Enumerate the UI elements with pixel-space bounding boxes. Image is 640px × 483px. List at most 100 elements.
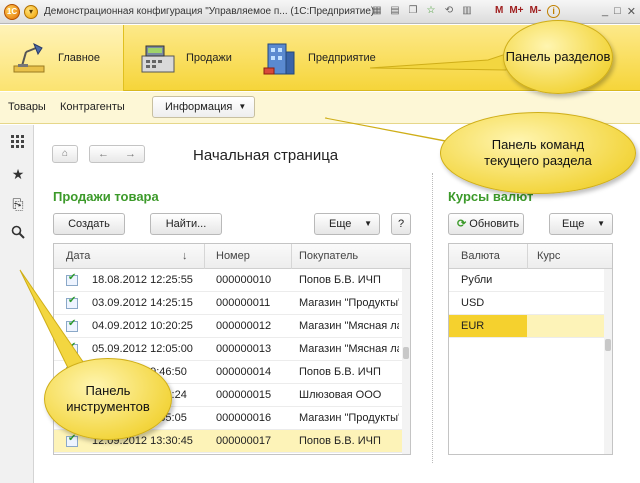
- find-button[interactable]: Найти...: [150, 213, 222, 235]
- chevron-down-icon: ▼: [364, 219, 372, 228]
- cell-buyer: Магазин "Мясная ла: [299, 343, 399, 355]
- cell-number: 000000013: [216, 343, 272, 355]
- calculator-icon[interactable]: ▥: [460, 4, 474, 18]
- print-icon[interactable]: ▦: [370, 4, 384, 18]
- posted-document-icon: [66, 272, 78, 286]
- table-row[interactable]: Рубли: [449, 269, 612, 292]
- sort-arrow-icon[interactable]: ↓: [182, 250, 188, 262]
- column-date[interactable]: Дата: [66, 250, 90, 262]
- cell-buyer: Магазин "Продукты": [299, 297, 399, 309]
- title-toolbar: ▦ ▤ ❐ ☆ ⟲ ▥: [370, 4, 474, 18]
- scroll-thumb[interactable]: [605, 339, 611, 351]
- column-number[interactable]: Номер: [216, 250, 250, 262]
- cell-date: 18.08.2012 12:25:55: [92, 274, 193, 286]
- table-row[interactable]: 18.08.2012 12:25:55 000000010 Попов Б.В. И…: [54, 269, 410, 292]
- section-sales-label: Продажи: [186, 52, 232, 64]
- forward-arrow-icon[interactable]: →: [125, 146, 136, 162]
- cash-register-icon: [138, 38, 178, 78]
- memory-button[interactable]: M: [495, 5, 503, 18]
- search-icon[interactable]: [9, 225, 27, 243]
- home-icon: ⌂: [61, 148, 69, 159]
- tools-panel: ★ ⎘: [0, 125, 34, 483]
- cell-currency: Рубли: [461, 274, 493, 286]
- section-main[interactable]: Главное: [0, 25, 124, 91]
- rates-table-header: Валюта Курс: [449, 244, 612, 269]
- history-icon[interactable]: ⟲: [442, 4, 456, 18]
- main-menu-icon[interactable]: ▾: [24, 5, 38, 19]
- info-dropdown-label: Информация: [165, 101, 233, 113]
- desk-lamp-icon: [10, 38, 50, 78]
- close-icon[interactable]: ✕: [627, 5, 636, 18]
- cell-currency: EUR: [461, 320, 485, 332]
- favorite-star-icon[interactable]: ☆: [424, 4, 438, 18]
- section-enterprise[interactable]: Предприятие: [250, 25, 390, 91]
- cell-buyer: Попов Б.В. ИЧП: [299, 366, 381, 378]
- cell-buyer: Попов Б.В. ИЧП: [299, 274, 381, 286]
- sales-table-header: Дата ↓ Номер Покупатель: [54, 244, 410, 269]
- cell-buyer: Попов Б.В. ИЧП: [299, 435, 381, 447]
- cell-number: 000000017: [216, 435, 272, 447]
- cell-buyer: Магазин "Мясная ла: [299, 320, 399, 332]
- history-docs-icon[interactable]: ⎘: [9, 195, 27, 213]
- sales-more-button[interactable]: Еще ▼: [314, 213, 380, 235]
- rates-more-button[interactable]: Еще ▼: [549, 213, 613, 235]
- info-dropdown[interactable]: Информация ▼: [152, 96, 256, 118]
- posted-document-icon: [66, 341, 78, 355]
- window-title: Демонстрационная конфигурация "Управляем…: [44, 6, 375, 17]
- column-divider: [204, 244, 205, 269]
- copy-icon[interactable]: ❐: [406, 4, 420, 18]
- column-rate[interactable]: Курс: [537, 250, 560, 262]
- table-row[interactable]: 03.09.2012 14:25:15 000000011 Магазин "Про…: [54, 292, 410, 315]
- memory-plus-button[interactable]: M+: [509, 5, 523, 18]
- sales-more-label: Еще: [329, 218, 352, 230]
- cell-buyer: Магазин "Продукты": [299, 412, 399, 424]
- rates-scrollbar[interactable]: [604, 269, 612, 454]
- create-button[interactable]: Создать: [53, 213, 125, 235]
- app-logo-icon[interactable]: 1С: [4, 4, 20, 20]
- grid-menu-icon[interactable]: [9, 135, 27, 153]
- info-icon[interactable]: i: [547, 5, 561, 18]
- help-button[interactable]: ?: [391, 213, 411, 235]
- home-button[interactable]: ⌂: [52, 145, 78, 163]
- cell-number: 000000012: [216, 320, 272, 332]
- section-enterprise-label: Предприятие: [308, 52, 376, 64]
- cell-number: 000000014: [216, 366, 272, 378]
- commands-callout: Панель команд текущего раздела: [440, 112, 636, 194]
- cell-number: 000000010: [216, 274, 272, 286]
- sections-callout: Панель разделов: [503, 20, 613, 94]
- column-divider: [291, 244, 292, 269]
- chevron-down-icon: ▼: [597, 219, 605, 228]
- window-controls: _ □ ✕: [602, 5, 636, 18]
- back-arrow-icon[interactable]: ←: [98, 146, 109, 162]
- sales-group-title: Продажи товара: [53, 189, 159, 204]
- cell-buyer: Шлюзовая ООО: [299, 389, 382, 401]
- cell-number: 000000016: [216, 412, 272, 424]
- table-row[interactable]: USD: [449, 292, 612, 315]
- building-icon: [260, 38, 300, 78]
- refresh-button[interactable]: ⟳ Обновить: [448, 213, 524, 235]
- scroll-thumb[interactable]: [403, 347, 409, 359]
- sales-scrollbar[interactable]: [402, 269, 410, 454]
- chevron-down-icon: ▼: [238, 102, 247, 111]
- section-sales[interactable]: Продажи: [128, 25, 248, 91]
- column-currency[interactable]: Валюта: [461, 250, 500, 262]
- history-nav: ← →: [89, 145, 145, 163]
- posted-document-icon: [66, 295, 78, 309]
- memory-minus-button[interactable]: M-: [530, 5, 542, 18]
- refresh-label: Обновить: [469, 218, 520, 230]
- cell-number: 000000011: [216, 297, 271, 309]
- maximize-icon[interactable]: □: [614, 5, 621, 18]
- cell-currency: USD: [461, 297, 485, 309]
- command-contractors[interactable]: Контрагенты: [60, 101, 125, 113]
- favorites-star-icon[interactable]: ★: [9, 165, 27, 183]
- minimize-icon[interactable]: _: [602, 5, 608, 18]
- save-icon[interactable]: ▤: [388, 4, 402, 18]
- group-divider: [432, 173, 433, 463]
- command-goods[interactable]: Товары: [8, 101, 46, 113]
- section-main-label: Главное: [58, 52, 101, 64]
- posted-document-icon: [66, 433, 78, 447]
- table-row[interactable]: 04.09.2012 10:20:25 000000012 Магазин "Мяс…: [54, 315, 410, 338]
- column-buyer[interactable]: Покупатель: [299, 250, 358, 262]
- table-row[interactable]: EUR: [449, 315, 612, 338]
- rates-more-label: Еще: [562, 218, 585, 230]
